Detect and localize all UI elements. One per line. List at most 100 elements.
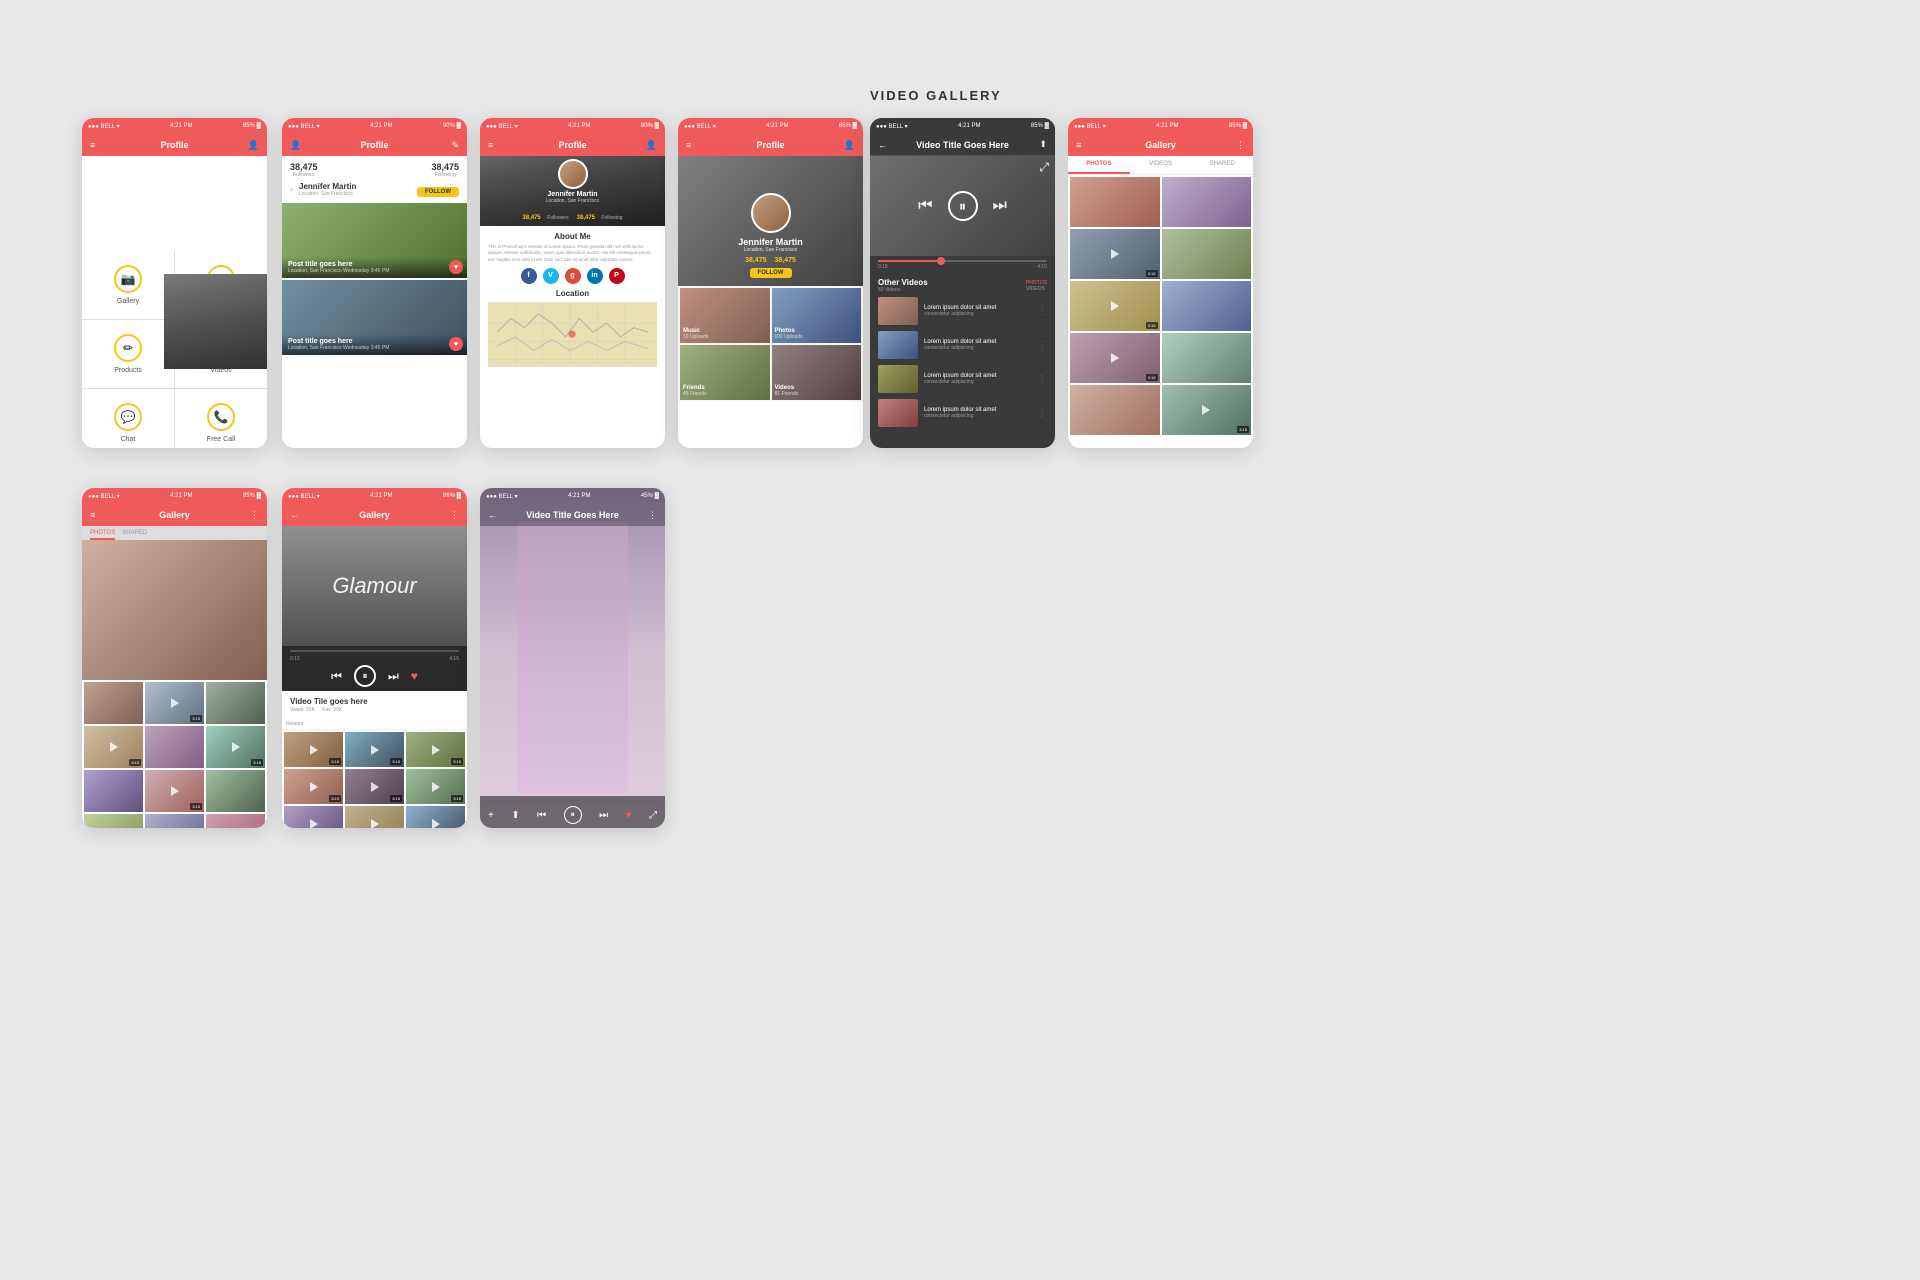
heart-button-1[interactable]: ♥: [449, 260, 463, 274]
menu-item-gallery[interactable]: 📷 Gallery: [82, 251, 174, 319]
gallery-image-6[interactable]: [1162, 281, 1252, 331]
hamburger-icon-7[interactable]: ≡: [90, 510, 95, 520]
menu-item-chat[interactable]: 💬 Chat: [82, 389, 174, 448]
vc-rewind[interactable]: ⏮: [331, 669, 342, 684]
vc-forward[interactable]: ⏭: [388, 669, 399, 684]
rewind-button[interactable]: ⏮: [918, 197, 932, 215]
video-more-1[interactable]: ⋮: [1037, 306, 1047, 317]
hamburger-icon-3[interactable]: ≡: [488, 140, 493, 150]
sub-img-3[interactable]: [206, 682, 265, 724]
gallery-image-4[interactable]: [1162, 229, 1252, 279]
googleplus-icon[interactable]: g: [565, 268, 581, 284]
back-icon-5[interactable]: ←: [878, 140, 887, 150]
tab-videos[interactable]: VIDEOS: [1130, 156, 1192, 174]
bc-heart[interactable]: ♥: [626, 810, 632, 821]
gallery-image-8[interactable]: [1162, 333, 1252, 383]
hamburger-icon-4[interactable]: ≡: [686, 140, 691, 150]
bc-play-pause[interactable]: ⏸: [564, 806, 582, 824]
gallery-music[interactable]: Music 10 Uploads: [680, 288, 770, 343]
related-6[interactable]: 3:15: [406, 769, 465, 804]
related-7[interactable]: 3:15: [284, 806, 343, 828]
follow-button-2[interactable]: FOLLOW: [417, 187, 459, 197]
bc-forward[interactable]: ⏭: [599, 810, 608, 821]
sub-img-11[interactable]: [145, 814, 204, 828]
bc-rewind[interactable]: ⏮: [537, 810, 546, 821]
gallery-image-3[interactable]: 3:15: [1070, 229, 1160, 279]
user-icon-4[interactable]: 👤: [844, 140, 855, 151]
sub-img-10[interactable]: [84, 814, 143, 828]
user-icon[interactable]: 👤: [248, 140, 259, 151]
gallery-photos[interactable]: Photos 100 Uploads: [772, 288, 862, 343]
post-title-1: Post title goes here: [288, 261, 461, 268]
menu-item-freecall[interactable]: 📞 Free Call: [175, 389, 267, 448]
vc-play-pause[interactable]: ⏸: [354, 665, 376, 687]
related-2[interactable]: 3:15: [345, 732, 404, 767]
gallery-videos[interactable]: Videos 81 Friends: [772, 345, 862, 400]
gallery-image-9[interactable]: [1070, 385, 1160, 435]
gallery-image-2[interactable]: [1162, 177, 1252, 227]
heart-button-2[interactable]: ♥: [449, 337, 463, 351]
more-icon-9[interactable]: ⋮: [648, 510, 657, 521]
bc-share[interactable]: ⬆: [511, 810, 519, 821]
back-icon-8[interactable]: ←: [290, 510, 299, 520]
share-icon-5[interactable]: ⬆: [1039, 139, 1047, 150]
gallery-image-10[interactable]: 3:15: [1162, 385, 1252, 435]
gallery-friends[interactable]: Friends 45 Friends: [680, 345, 770, 400]
related-8[interactable]: 3:15: [345, 806, 404, 828]
vc-heart[interactable]: ♥: [411, 669, 418, 683]
video-more-3[interactable]: ⋮: [1037, 374, 1047, 385]
related-9[interactable]: 3:15: [406, 806, 465, 828]
sub-img-4[interactable]: 3:15: [84, 726, 143, 768]
hamburger-icon-2[interactable]: 👤: [290, 140, 301, 151]
nav-bar-4: ≡ Profile 👤: [678, 134, 863, 156]
tab-photos-7[interactable]: PHOTOS: [90, 530, 115, 540]
tab-photos[interactable]: PHOTOS: [1068, 156, 1130, 174]
videos-sub: 81 Friends: [775, 391, 799, 397]
bottom-progress-track[interactable]: [488, 800, 657, 802]
sub-img-8[interactable]: 3:15: [145, 770, 204, 812]
video-thumb-1: [878, 297, 918, 325]
video-more-2[interactable]: ⋮: [1037, 340, 1047, 351]
sub-img-9[interactable]: [206, 770, 265, 812]
bc-fullscreen[interactable]: ⤢: [649, 810, 657, 821]
sub-img-1[interactable]: [84, 682, 143, 724]
facebook-icon[interactable]: f: [521, 268, 537, 284]
vc-progress[interactable]: [290, 650, 459, 652]
menu-item-products[interactable]: ✏ Products: [82, 320, 174, 388]
progress-track[interactable]: [878, 260, 1047, 262]
related-1[interactable]: 3:15: [284, 732, 343, 767]
fullscreen-button[interactable]: ⤢: [1039, 160, 1049, 175]
sub-img-2[interactable]: 3:15: [145, 682, 204, 724]
sub-img-5[interactable]: [145, 726, 204, 768]
related-5[interactable]: 3:15: [345, 769, 404, 804]
gallery-icon: 📷: [114, 265, 142, 293]
back-icon-9[interactable]: ←: [488, 510, 497, 520]
hamburger-icon-6[interactable]: ≡: [1076, 140, 1081, 150]
linkedin-icon[interactable]: in: [587, 268, 603, 284]
sub-img-7[interactable]: [84, 770, 143, 812]
forward-button[interactable]: ⏭: [993, 197, 1007, 215]
tab-shared-7[interactable]: SHARED: [122, 530, 147, 540]
follow-button-4[interactable]: FOLLOW: [750, 268, 792, 278]
user-icon-3[interactable]: 👤: [646, 140, 657, 151]
user-icon-2[interactable]: ✎: [451, 140, 459, 151]
video-more-4[interactable]: ⋮: [1037, 408, 1047, 419]
more-icon-7[interactable]: ⋮: [250, 510, 259, 521]
gallery-image-5[interactable]: 3:15: [1070, 281, 1160, 331]
more-icon-6[interactable]: ⋮: [1236, 140, 1245, 151]
gallery-full-image[interactable]: [82, 540, 267, 680]
related-4[interactable]: 3:15: [284, 769, 343, 804]
pinterest-icon[interactable]: P: [609, 268, 625, 284]
bc-add[interactable]: +: [488, 810, 494, 821]
gallery-image-1[interactable]: [1070, 177, 1160, 227]
hamburger-icon[interactable]: ≡: [90, 140, 95, 150]
progress-fill: [878, 260, 937, 262]
pause-button[interactable]: ⏸: [948, 191, 978, 221]
gallery-image-7[interactable]: 3:15: [1070, 333, 1160, 383]
vimeo-icon[interactable]: V: [543, 268, 559, 284]
tab-shared[interactable]: SHARED: [1191, 156, 1253, 174]
related-3[interactable]: 3:15: [406, 732, 465, 767]
sub-img-12[interactable]: 3:15: [206, 814, 265, 828]
sub-img-6[interactable]: 3:15: [206, 726, 265, 768]
more-icon-8[interactable]: ⋮: [450, 510, 459, 521]
